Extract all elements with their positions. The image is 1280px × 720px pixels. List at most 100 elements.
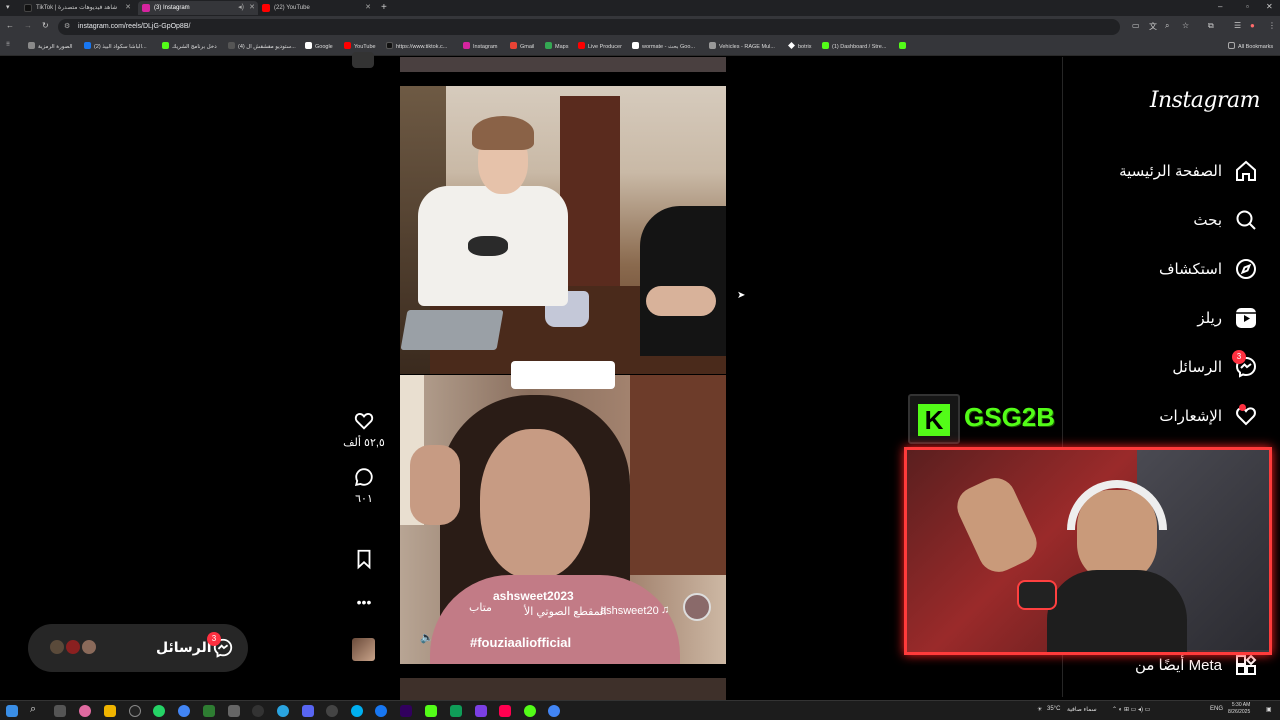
reel-author[interactable]: ashsweet2023 — [493, 589, 574, 603]
whatsapp-icon[interactable] — [153, 705, 165, 717]
bookmark-item[interactable]: Google — [305, 42, 333, 50]
previous-reel-avatar[interactable] — [352, 52, 374, 68]
forward-icon[interactable]: → — [24, 21, 32, 30]
bookmark-item[interactable]: Vehicles - RAGE Mul... — [709, 42, 775, 50]
zoom-icon[interactable]: ⌕ — [1165, 21, 1169, 31]
menu-icon[interactable]: ⋮ — [1268, 21, 1276, 30]
back-icon[interactable]: ← — [6, 21, 14, 30]
streamer-shirt — [1047, 570, 1187, 652]
tab-tiktok[interactable]: TikTok | شاهد فيديوهات متصدرة ✕ — [20, 1, 134, 15]
app-icon[interactable] — [475, 705, 487, 717]
telegram-icon[interactable] — [277, 705, 289, 717]
cast-icon[interactable]: ▭ — [1132, 21, 1140, 30]
save-action[interactable] — [340, 548, 388, 574]
bookmark-item[interactable]: YouTube — [344, 42, 376, 50]
nav-reels[interactable]: ريلز — [1197, 303, 1258, 333]
translate-icon[interactable]: 文 — [1149, 21, 1157, 32]
reload-icon[interactable]: ↻ — [42, 21, 49, 30]
app-icon[interactable] — [450, 705, 462, 717]
minimize-icon[interactable]: – — [1218, 2, 1222, 11]
bookmark-item[interactable]: Live Producer — [578, 42, 622, 50]
search-icon[interactable]: ⌕ — [30, 703, 36, 716]
bookmark-item[interactable]: دخل برنامج الشريك — [162, 42, 217, 50]
tray-icons[interactable]: ⌃ ◐ ⊞ ▭ ◂) ▭ — [1112, 706, 1150, 713]
site-info-icon[interactable]: ⚙ — [64, 19, 70, 35]
close-tab-icon[interactable]: ✕ — [125, 1, 131, 15]
like-action[interactable]: ٥٢,٥ ألف — [340, 410, 388, 449]
start-icon[interactable] — [6, 705, 18, 717]
weather-icon[interactable]: ☀ — [1037, 706, 1042, 713]
tab-search-icon[interactable]: ▾ — [6, 3, 10, 11]
app-icon[interactable] — [228, 705, 240, 717]
instagram-logo[interactable]: Instagram — [1140, 88, 1261, 113]
bookmark-item[interactable]: (2) الباشا سكواد البيذ... — [84, 42, 147, 50]
app-icon[interactable] — [524, 705, 536, 717]
cabinet — [630, 375, 726, 575]
speaker-icon[interactable]: ◂) — [238, 1, 244, 15]
more-options-icon[interactable]: ••• — [340, 594, 388, 610]
bookmark-item[interactable]: Instagram — [463, 42, 497, 50]
skype-icon[interactable] — [351, 705, 363, 717]
comment-action[interactable]: ٦٠١ — [340, 466, 388, 505]
app-icon[interactable] — [302, 705, 314, 717]
bookmark-item[interactable]: botrix — [788, 42, 811, 50]
file-explorer-icon[interactable] — [104, 705, 116, 717]
bookmark-item[interactable]: Gmail — [510, 42, 534, 50]
bookmark-item[interactable]: (4) ستوديو مقشقش ال... — [228, 42, 296, 50]
previous-reel-preview[interactable] — [400, 57, 726, 72]
new-tab-button[interactable]: + — [381, 2, 387, 13]
emoji-caption: 😂😂😂😂 — [511, 361, 615, 389]
music-note-icon: ♫ — [661, 604, 670, 616]
address-bar[interactable]: ⚙ instagram.com/reels/DLjG-GpOp8B/ — [58, 19, 1120, 35]
close-window-icon[interactable]: ✕ — [1266, 2, 1273, 11]
kick-icon[interactable] — [425, 705, 437, 717]
maximize-icon[interactable]: ▫ — [1246, 2, 1249, 11]
premiere-icon[interactable] — [400, 705, 412, 717]
close-tab-icon[interactable]: ✕ — [365, 1, 371, 15]
nav-notifications[interactable]: الإشعارات — [1159, 401, 1258, 431]
audio-thumbnail[interactable] — [352, 638, 375, 661]
nav-home[interactable]: الصفحة الرئيسية — [1119, 156, 1258, 186]
apps-icon[interactable]: ⠿ — [6, 42, 10, 48]
bookmark-item[interactable]: (1) Dashboard / Stre... — [822, 42, 886, 50]
bookmark-item[interactable]: Maps — [545, 42, 568, 50]
tab-instagram[interactable]: (3) Instagram ◂) ✕ — [138, 1, 258, 15]
reel-video[interactable]: 😂😂😂😂 ashsweet2023 متاب المقطع الصوتي الأ… — [400, 86, 726, 664]
audio-author[interactable]: ashsweet20 — [600, 605, 659, 617]
next-reel-preview[interactable] — [400, 678, 726, 700]
tab-youtube[interactable]: (22) YouTube ✕ — [258, 1, 374, 15]
weather-temp[interactable]: 35°C — [1047, 706, 1060, 712]
notifications-icon[interactable]: ▣ — [1266, 706, 1272, 713]
task-view-icon[interactable] — [54, 705, 66, 717]
bookmark-item[interactable]: الصورة الرمزية — [28, 42, 73, 50]
app-icon[interactable] — [203, 705, 215, 717]
all-bookmarks[interactable]: All Bookmarks — [1228, 42, 1273, 50]
messages-badge: 3 — [1232, 350, 1246, 364]
follow-button[interactable]: متاب — [469, 601, 492, 614]
language-indicator[interactable]: ENG — [1210, 706, 1223, 712]
obs-icon[interactable] — [129, 705, 141, 717]
extensions-icon[interactable]: ⧉ — [1208, 21, 1214, 31]
messages-floating-button[interactable]: الرسائل 3 — [28, 624, 248, 672]
chrome-icon[interactable] — [548, 705, 560, 717]
tiktok-icon[interactable] — [499, 705, 511, 717]
nav-explore[interactable]: استكشاف — [1159, 254, 1258, 284]
clock[interactable]: 5:30 AM 8/26/2025 — [1228, 702, 1250, 716]
nav-search[interactable]: بحث — [1193, 205, 1258, 235]
close-tab-icon[interactable]: ✕ — [249, 1, 255, 15]
bookmark-item[interactable]: https://www.tiktok.c... — [386, 42, 447, 50]
audio-avatar[interactable] — [683, 593, 711, 621]
app-icon[interactable] — [252, 705, 264, 717]
mute-icon[interactable]: 🔈 — [420, 631, 434, 644]
reel-hashtag[interactable]: #fouziaaliofficial — [470, 635, 571, 650]
copilot-icon[interactable] — [79, 705, 91, 717]
app-icon[interactable] — [326, 705, 338, 717]
kick-bookmark-icon[interactable] — [899, 42, 909, 50]
bookmark-star-icon[interactable]: ☆ — [1182, 21, 1189, 30]
bookmark-item[interactable]: wormate - بحث Goo... — [632, 42, 695, 50]
extension-badge-icon[interactable]: ● — [1250, 21, 1255, 30]
profile-icon[interactable]: ☰ — [1234, 21, 1241, 30]
chrome-icon[interactable] — [178, 705, 190, 717]
app-icon[interactable] — [375, 705, 387, 717]
nav-messages[interactable]: الرسائل 3 — [1172, 350, 1258, 382]
